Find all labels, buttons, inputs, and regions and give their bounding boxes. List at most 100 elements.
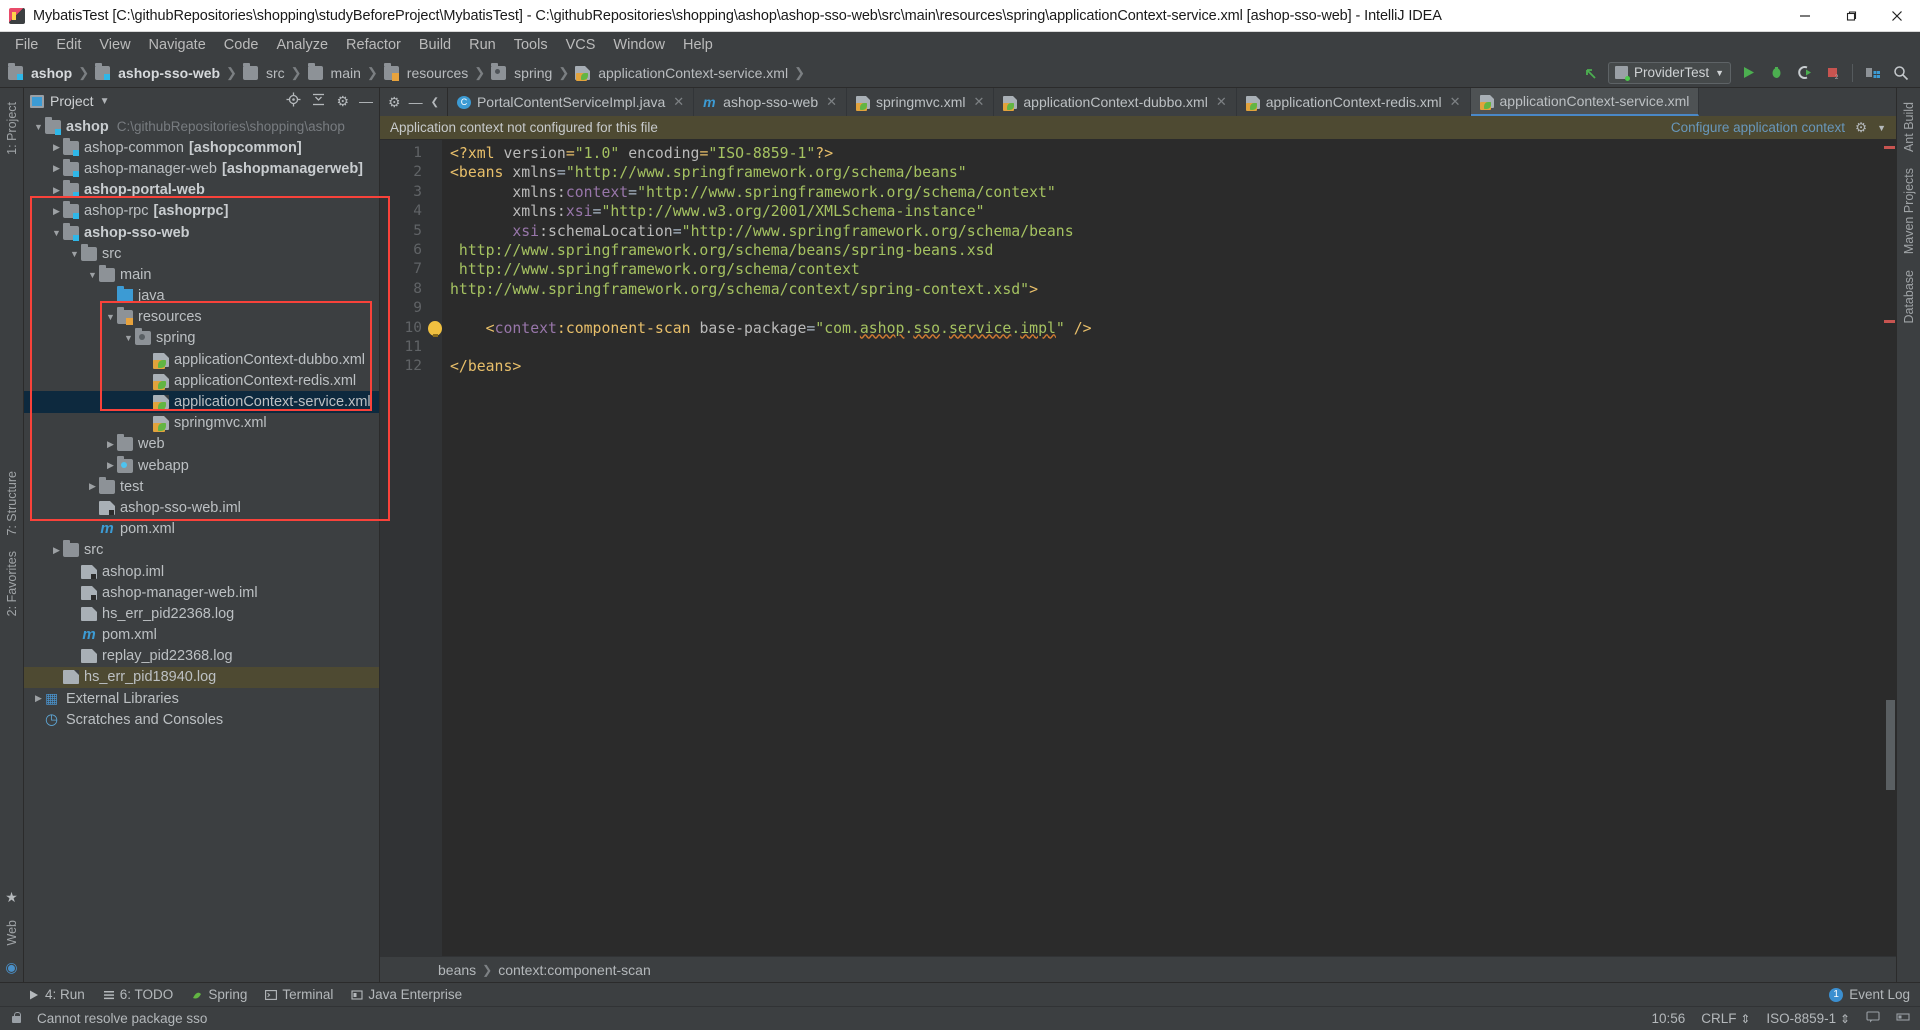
navbar-crumb-ashop[interactable]: ashop ❯ bbox=[6, 62, 93, 82]
expand-arrow-closed-icon[interactable] bbox=[50, 142, 63, 153]
rail-tab-database[interactable]: Database bbox=[1900, 262, 1918, 332]
tree-node[interactable]: ashop-portal-web bbox=[24, 180, 379, 201]
expand-arrow-closed-icon[interactable] bbox=[50, 163, 63, 174]
tree-node[interactable]: ashop C:\githubRepositories\shopping\asho… bbox=[24, 116, 379, 137]
editor-tab-portalcontentserviceimpl[interactable]: C PortalContentServiceImpl.java ✕ bbox=[447, 88, 695, 116]
tree-node[interactable]: m pom.xml bbox=[24, 625, 379, 646]
menu-file[interactable]: File bbox=[6, 34, 47, 56]
tree-node[interactable]: spring bbox=[24, 328, 379, 349]
settings-icon[interactable]: ⚙ bbox=[336, 93, 349, 110]
collapse-all-icon[interactable] bbox=[311, 92, 326, 110]
project-structure-icon[interactable] bbox=[1862, 62, 1884, 84]
menu-navigate[interactable]: Navigate bbox=[140, 34, 215, 56]
tree-node[interactable]: applicationContext-service.xml bbox=[24, 391, 379, 413]
expand-arrow-open-icon[interactable] bbox=[122, 333, 135, 343]
intention-bulb[interactable] bbox=[428, 319, 442, 338]
expand-arrow-open-icon[interactable] bbox=[32, 122, 45, 132]
encoding-selector[interactable]: ISO-8859-1 ⇕ bbox=[1766, 1011, 1850, 1026]
tree-node[interactable]: src bbox=[24, 243, 379, 264]
toolwindow-java-enterprise[interactable]: Java Enterprise bbox=[351, 987, 462, 1002]
event-log-label[interactable]: Event Log bbox=[1849, 987, 1910, 1002]
tree-node[interactable]: hs_err_pid18940.log bbox=[24, 666, 379, 689]
tree-node[interactable]: ashop-rpc[ashoprpc] bbox=[24, 201, 379, 222]
expand-arrow-closed-icon[interactable] bbox=[32, 693, 45, 704]
toolwindow-todo[interactable]: 6: TODO bbox=[103, 987, 173, 1002]
chevron-left-icon[interactable]: ❮ bbox=[431, 97, 439, 108]
tree-node[interactable]: applicationContext-redis.xml bbox=[24, 370, 379, 391]
tree-node[interactable]: m pom.xml bbox=[24, 519, 379, 540]
editor-tab-springmvc[interactable]: springmvc.xml ✕ bbox=[847, 88, 995, 116]
tree-node[interactable]: ashop-sso-web.iml bbox=[24, 497, 379, 518]
configure-application-context-link[interactable]: Configure application context bbox=[1671, 120, 1845, 135]
tree-node[interactable]: web bbox=[24, 434, 379, 455]
menu-run[interactable]: Run bbox=[460, 34, 505, 56]
editor-tab-ashop-sso-web[interactable]: m ashop-sso-web ✕ bbox=[694, 88, 848, 116]
tree-node[interactable]: ashop-manager-web [ashopmanagerweb] bbox=[24, 158, 379, 179]
tree-node[interactable]: External Libraries bbox=[24, 688, 379, 709]
toolwindow-run[interactable]: 4: Run bbox=[28, 987, 85, 1002]
tree-node[interactable]: resources bbox=[24, 307, 379, 328]
navbar-crumb-src[interactable]: src ❯ bbox=[241, 62, 306, 82]
tree-node[interactable]: ashop-common[ashopcommon] bbox=[24, 137, 379, 158]
run-icon[interactable] bbox=[1737, 62, 1759, 84]
navbar-crumb-file[interactable]: applicationContext-service.xml ❯ bbox=[573, 64, 809, 82]
error-stripe-mark[interactable] bbox=[1884, 320, 1895, 323]
lock-icon[interactable] bbox=[10, 1012, 23, 1025]
error-stripe[interactable] bbox=[1882, 140, 1896, 956]
expand-arrow-closed-icon[interactable] bbox=[50, 545, 63, 556]
editor-tab-applicationcontext-dubbo[interactable]: applicationContext-dubbo.xml ✕ bbox=[994, 88, 1237, 116]
settings-icon[interactable]: ⚙ bbox=[388, 94, 401, 111]
menu-edit[interactable]: Edit bbox=[47, 34, 90, 56]
tree-node[interactable]: src bbox=[24, 540, 379, 561]
tree-node[interactable]: webapp bbox=[24, 455, 379, 476]
expand-arrow-closed-icon[interactable] bbox=[104, 460, 117, 471]
toolwindow-terminal[interactable]: Terminal bbox=[265, 987, 333, 1002]
menu-view[interactable]: View bbox=[90, 34, 139, 56]
minimize-icon[interactable]: — bbox=[359, 93, 373, 109]
menu-code[interactable]: Code bbox=[215, 34, 268, 56]
tree-node[interactable]: ashop.iml bbox=[24, 561, 379, 582]
locate-icon[interactable] bbox=[286, 92, 301, 110]
memory-indicator-icon[interactable] bbox=[1896, 1010, 1910, 1027]
scrollbar-thumb[interactable] bbox=[1886, 700, 1895, 790]
close-button[interactable] bbox=[1874, 0, 1920, 32]
tree-node[interactable]: main bbox=[24, 264, 379, 285]
hide-icon[interactable]: — bbox=[409, 94, 423, 110]
breadcrumb-component-scan[interactable]: context:component-scan bbox=[498, 962, 651, 978]
debug-icon[interactable] bbox=[1765, 62, 1787, 84]
rail-tab-maven-projects[interactable]: Maven Projects bbox=[1900, 160, 1918, 262]
rail-tab-favorites[interactable]: 2: Favorites bbox=[3, 543, 21, 624]
editor-tab-applicationcontext-redis[interactable]: applicationContext-redis.xml ✕ bbox=[1236, 88, 1471, 116]
navbar-crumb-main[interactable]: main ❯ bbox=[306, 62, 382, 82]
line-separator-selector[interactable]: CRLF ⇕ bbox=[1701, 1011, 1750, 1026]
close-icon[interactable]: ✕ bbox=[673, 94, 684, 110]
menu-vcs[interactable]: VCS bbox=[557, 34, 605, 56]
project-tree[interactable]: ashop C:\githubRepositories\shopping\asho… bbox=[24, 114, 379, 982]
tree-node[interactable]: replay_pid22368.log bbox=[24, 646, 379, 667]
expand-arrow-open-icon[interactable] bbox=[68, 249, 81, 259]
tree-node[interactable]: java bbox=[24, 286, 379, 307]
tree-node[interactable]: hs_err_pid22368.log bbox=[24, 603, 379, 624]
tree-node[interactable]: applicationContext-dubbo.xml bbox=[24, 349, 379, 370]
balloon-icon[interactable] bbox=[1866, 1010, 1880, 1027]
editor-tab-applicationcontext-service[interactable]: applicationContext-service.xml bbox=[1470, 88, 1700, 116]
tree-node[interactable]: test bbox=[24, 476, 379, 497]
expand-arrow-open-icon[interactable] bbox=[86, 270, 99, 280]
error-stripe-mark[interactable] bbox=[1884, 146, 1895, 149]
minimize-button[interactable] bbox=[1782, 0, 1828, 32]
chevron-down-icon[interactable]: ▼ bbox=[1877, 123, 1886, 133]
menu-help[interactable]: Help bbox=[674, 34, 722, 56]
navbar-crumb-resources[interactable]: resources ❯ bbox=[382, 62, 489, 82]
search-icon[interactable] bbox=[1890, 62, 1912, 84]
expand-arrow-closed-icon[interactable] bbox=[50, 206, 63, 217]
expand-arrow-open-icon[interactable] bbox=[104, 312, 117, 322]
rail-tab-project[interactable]: 1: Project bbox=[3, 94, 21, 163]
close-icon[interactable]: ✕ bbox=[826, 94, 837, 110]
toolwindow-spring[interactable]: Spring bbox=[191, 987, 247, 1002]
close-icon[interactable]: ✕ bbox=[1450, 94, 1461, 110]
code-editor[interactable]: 12⊟3456789101112 <?xml version="1.0" enc… bbox=[380, 140, 1896, 956]
chrome-icon[interactable]: ◉ bbox=[5, 959, 17, 976]
expand-arrow-closed-icon[interactable] bbox=[50, 185, 63, 196]
close-icon[interactable]: ✕ bbox=[973, 94, 984, 110]
star-icon[interactable]: ★ bbox=[5, 889, 18, 906]
